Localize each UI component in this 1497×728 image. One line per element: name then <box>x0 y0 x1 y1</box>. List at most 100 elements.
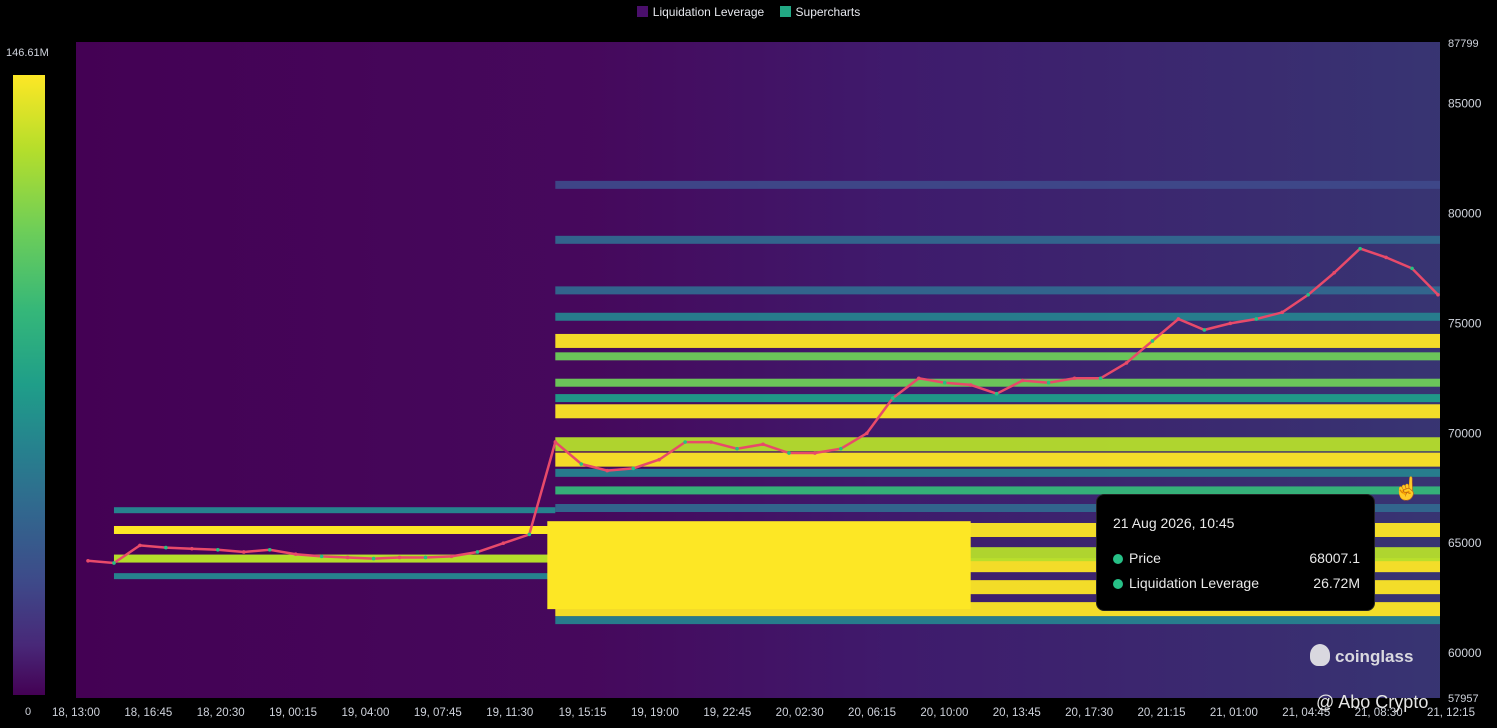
heat-band <box>555 452 1440 467</box>
price-point <box>942 380 947 385</box>
price-point <box>839 446 843 451</box>
price-point <box>1280 310 1285 315</box>
credit-label: @ Abo Crypto <box>1316 692 1428 713</box>
x-tick-label: 18, 16:45 <box>124 707 172 719</box>
x-tick-label: 21, 12:15 <box>1427 707 1475 719</box>
price-point <box>1046 380 1051 385</box>
price-point <box>865 431 869 436</box>
heat-block <box>547 521 971 610</box>
heat-band <box>555 616 1440 625</box>
price-point <box>1358 246 1362 251</box>
y-tick-label: 75000 <box>1448 316 1482 330</box>
tooltip-leverage-label: Liquidation Leverage <box>1129 575 1259 591</box>
price-point <box>241 550 246 554</box>
price-point <box>579 462 584 466</box>
coinglass-watermark: coinglass <box>1310 644 1413 667</box>
x-tick-label: 19, 07:45 <box>414 707 462 719</box>
price-point <box>164 545 168 550</box>
price-point <box>190 546 194 551</box>
price-point <box>1410 266 1414 271</box>
x-tick-label: 20, 13:45 <box>993 707 1041 719</box>
x-tick-label: 20, 02:30 <box>776 707 824 719</box>
heat-band <box>555 468 1440 477</box>
y-tick-label: 65000 <box>1448 536 1482 550</box>
x-tick-label: 20, 06:15 <box>848 707 896 719</box>
price-point <box>709 440 713 444</box>
y-tick-label: 60000 <box>1448 646 1482 660</box>
price-point <box>1176 317 1181 321</box>
price-point <box>1228 321 1233 326</box>
price-point <box>657 457 661 462</box>
tooltip-leverage-value: 26.72M <box>1313 575 1360 591</box>
price-point <box>968 383 973 387</box>
price-point <box>553 440 558 444</box>
price-point <box>787 451 791 455</box>
x-tick-label: 18, 13:00 <box>52 707 100 719</box>
price-point <box>1436 292 1440 297</box>
price-point <box>891 396 895 400</box>
price-point <box>501 541 506 545</box>
heat-band <box>555 378 1440 387</box>
price-point <box>1098 376 1103 381</box>
heat-band <box>555 312 1440 321</box>
y-axis-top-label: 87799 <box>1448 38 1479 50</box>
price-point <box>371 556 376 561</box>
tooltip-price-value: 68007.1 <box>1309 550 1360 566</box>
price-point <box>112 561 116 565</box>
price-point <box>475 550 480 554</box>
tooltip-price-label: Price <box>1129 550 1161 566</box>
x-tick-label: 19, 04:00 <box>341 707 389 719</box>
price-point <box>916 376 921 381</box>
heatmap-chart[interactable]: 87799 57957 60000 65000 70000 75000 80000 85000… <box>0 0 1497 728</box>
x-tick-label: 20, 17:30 <box>1065 707 1113 719</box>
heat-band <box>555 235 1440 244</box>
price-point <box>1332 270 1336 275</box>
price-point <box>1072 376 1077 381</box>
heat-band <box>555 437 1440 452</box>
hand-cursor-icon: ☝ <box>1393 476 1421 501</box>
tooltip: 21 Aug 2026, 10:45 Price 68007.1 Liquidat… <box>1096 494 1375 611</box>
x-tick-label: 19, 22:45 <box>703 707 751 719</box>
price-point <box>423 555 428 560</box>
price-point <box>1020 378 1025 383</box>
price-point <box>345 555 350 560</box>
price-point <box>86 558 90 563</box>
price-point <box>138 543 142 548</box>
heat-band <box>555 394 1440 403</box>
x-tick-label: 19, 11:30 <box>486 707 533 719</box>
x-tick-label: 20, 10:00 <box>920 707 968 719</box>
price-point <box>761 442 765 447</box>
tooltip-row-price: Price 68007.1 <box>1113 550 1360 566</box>
price-point <box>631 466 635 471</box>
x-tick-label: 19, 19:00 <box>631 707 679 719</box>
heat-band <box>555 352 1440 361</box>
price-point <box>397 555 402 560</box>
price-point <box>1384 255 1388 260</box>
y-tick-label: 85000 <box>1448 97 1482 111</box>
price-point <box>1124 361 1129 365</box>
heat-band <box>555 404 1440 419</box>
price-dot-icon <box>1113 554 1123 564</box>
price-point <box>683 440 687 444</box>
price-point <box>267 547 272 552</box>
heat-band <box>113 507 556 514</box>
price-point <box>1254 317 1259 321</box>
price-point <box>449 554 454 559</box>
x-tick-label: 21, 01:00 <box>1210 707 1258 719</box>
x-tick-label: 20, 21:15 <box>1138 707 1186 719</box>
price-point <box>994 391 999 396</box>
y-tick-label: 80000 <box>1448 206 1482 220</box>
price-point <box>813 451 817 455</box>
heat-band <box>555 180 1440 189</box>
heat-band <box>113 573 556 580</box>
coinglass-logo-icon <box>1310 644 1330 666</box>
heat-band <box>555 333 1440 348</box>
price-point <box>735 446 739 451</box>
y-axis-bottom-label: 57957 <box>1448 693 1479 705</box>
price-point <box>1150 339 1155 343</box>
price-point <box>1202 328 1207 332</box>
x-tick-label: 19, 00:15 <box>269 707 317 719</box>
x-tick-label: 18, 20:30 <box>197 707 245 719</box>
y-axis-background <box>1440 42 1497 698</box>
leverage-dot-icon <box>1113 579 1123 589</box>
